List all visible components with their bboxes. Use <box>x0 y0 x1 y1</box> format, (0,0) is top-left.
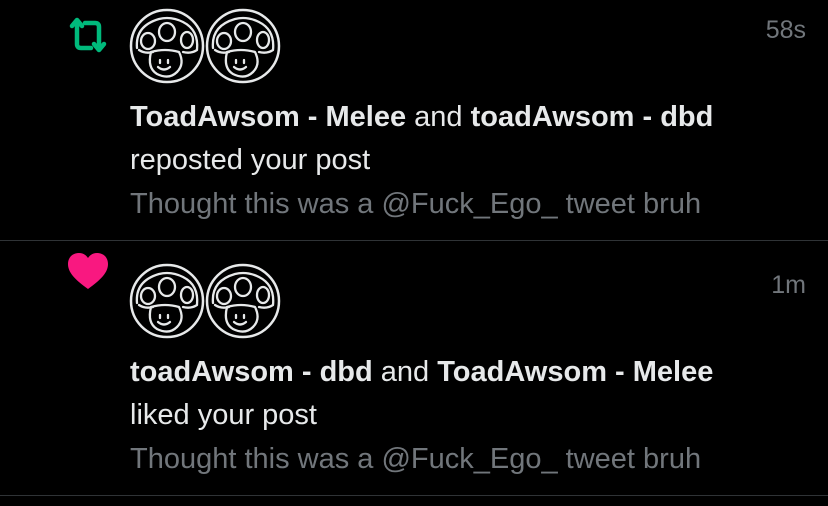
avatar-group <box>129 8 281 86</box>
repost-icon <box>62 10 114 62</box>
toad-avatar[interactable] <box>205 8 281 84</box>
user-name[interactable]: ToadAwsom - Melee <box>130 101 406 133</box>
notification-text: toadAwsom - dbd and ToadAwsom - Melee li… <box>130 351 798 481</box>
action-text: liked your post <box>130 399 317 431</box>
timestamp: 58s <box>765 16 806 44</box>
user-name[interactable]: toadAwsom - dbd <box>471 101 714 133</box>
notifications-feed: 58s ToadAwsom - Melee and toadAwsom - db… <box>0 0 828 506</box>
joiner-text: and <box>414 101 463 133</box>
toad-avatar[interactable] <box>129 8 205 84</box>
notification-text: ToadAwsom - Melee and toadAwsom - dbd re… <box>130 96 798 226</box>
heart-icon <box>62 245 114 297</box>
post-preview[interactable]: Thought this was a @Fuck_Ego_ tweet bruh <box>130 183 798 226</box>
toad-avatar[interactable] <box>205 263 281 339</box>
joiner-text: and <box>380 356 430 388</box>
timestamp: 1m <box>771 271 806 299</box>
notification-item[interactable]: 58s ToadAwsom - Melee and toadAwsom - db… <box>0 0 828 241</box>
notification-item[interactable]: 1m toadAwsom - dbd and ToadAwsom - Melee… <box>0 241 828 496</box>
post-preview[interactable]: Thought this was a @Fuck_Ego_ tweet bruh <box>130 438 798 481</box>
user-name[interactable]: ToadAwsom - Melee <box>437 356 713 388</box>
action-text: reposted your post <box>130 144 371 176</box>
toad-avatar[interactable] <box>129 263 205 339</box>
avatar-group <box>129 263 281 341</box>
user-name[interactable]: toadAwsom - dbd <box>130 356 373 388</box>
